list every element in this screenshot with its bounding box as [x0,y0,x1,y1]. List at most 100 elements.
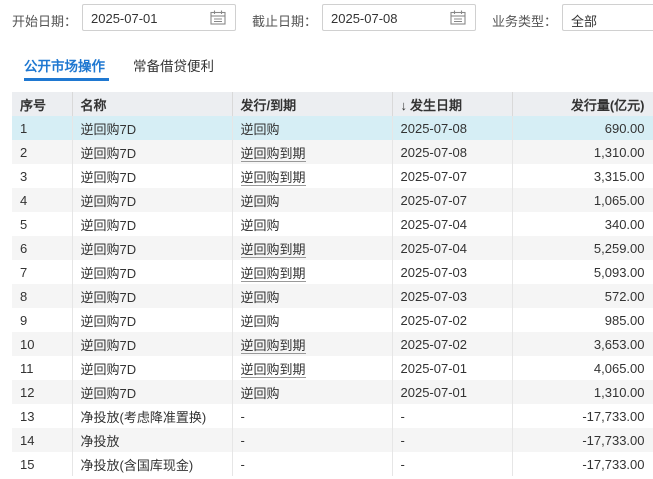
cell-name: 逆回购7D [72,140,233,164]
cell-name: 净投放(考虑降准置换) [72,404,233,428]
cell-date: 2025-07-02 [392,332,513,356]
column-header-name[interactable]: 名称 [72,92,233,116]
cell-date: 2025-07-04 [392,236,513,260]
column-header-date[interactable]: ↓ 发生日期 [392,92,513,116]
business-type-select[interactable]: 全部 [562,4,653,31]
maturity-link[interactable]: 逆回购到期 [240,145,306,162]
cell-amount: 1,310.00 [512,380,653,404]
cell-amount: 4,065.00 [512,356,653,380]
table-row[interactable]: 5 逆回购7D 逆回购 2025-07-04 340.00 [12,212,653,236]
cell-index: 3 [12,164,73,188]
cell-kind: 逆回购 [232,308,393,332]
column-header-date-label: 发生日期 [410,97,463,113]
table-row[interactable]: 4 逆回购7D 逆回购 2025-07-07 1,065.00 [12,188,653,212]
cell-index: 15 [12,452,73,476]
start-date-value: 2025-07-01 [91,11,158,26]
end-date-field[interactable]: 2025-07-08 [322,4,476,31]
cell-kind: 逆回购到期 [232,164,393,188]
calendar-icon[interactable] [450,10,466,25]
maturity-link[interactable]: 逆回购到期 [240,169,306,186]
cell-date: 2025-07-07 [392,164,513,188]
maturity-link[interactable]: 逆回购到期 [240,241,306,258]
cell-name: 逆回购7D [72,164,233,188]
column-header-index[interactable]: 序号 [12,92,73,116]
table-row[interactable]: 9 逆回购7D 逆回购 2025-07-02 985.00 [12,308,653,332]
business-type-value: 全部 [571,14,598,29]
start-date-field[interactable]: 2025-07-01 [82,4,236,31]
table-header-row: 序号 名称 发行/到期 ↓ 发生日期 发行量(亿元) [12,92,653,116]
tab-bar: 公开市场操作 常备借贷便利 [0,48,653,84]
cell-kind: 逆回购到期 [232,356,393,380]
cell-kind: 逆回购 [232,380,393,404]
cell-name: 逆回购7D [72,380,233,404]
cell-kind: - [232,428,393,452]
table-row[interactable]: 8 逆回购7D 逆回购 2025-07-03 572.00 [12,284,653,308]
cell-name: 净投放(含国库现金) [72,452,233,476]
cell-amount: 1,065.00 [512,188,653,212]
active-tab-indicator [24,78,109,81]
cell-index: 7 [12,260,73,284]
cell-kind: - [232,452,393,476]
cell-name: 逆回购7D [72,260,233,284]
cell-date: 2025-07-08 [392,140,513,164]
filter-bar: 开始日期： 2025-07-01 截止日期： 2025-07-08 业务类型： … [0,0,653,40]
cell-kind: 逆回购到期 [232,140,393,164]
cell-name: 逆回购7D [72,188,233,212]
sort-descending-icon: ↓ [400,97,408,113]
table-row[interactable]: 1 逆回购7D 逆回购 2025-07-08 690.00 [12,116,653,140]
cell-index: 12 [12,380,73,404]
cell-index: 9 [12,308,73,332]
cell-date: - [392,404,513,428]
operations-table: 序号 名称 发行/到期 ↓ 发生日期 发行量(亿元) 1 逆回购7D 逆回购 2025-… [12,92,653,476]
maturity-link[interactable]: 逆回购到期 [240,265,306,282]
cell-amount: 3,315.00 [512,164,653,188]
end-date-value: 2025-07-08 [331,11,398,26]
cell-name: 逆回购7D [72,116,233,140]
cell-index: 6 [12,236,73,260]
cell-date: 2025-07-01 [392,380,513,404]
cell-name: 逆回购7D [72,356,233,380]
table-row[interactable]: 2 逆回购7D 逆回购到期 2025-07-08 1,310.00 [12,140,653,164]
maturity-link[interactable]: 逆回购到期 [240,361,306,378]
cell-amount: 690.00 [512,116,653,140]
cell-index: 10 [12,332,73,356]
column-header-kind[interactable]: 发行/到期 [232,92,393,116]
table-row[interactable]: 10 逆回购7D 逆回购到期 2025-07-02 3,653.00 [12,332,653,356]
table-row[interactable]: 7 逆回购7D 逆回购到期 2025-07-03 5,093.00 [12,260,653,284]
calendar-icon[interactable] [210,10,226,25]
table-row[interactable]: 11 逆回购7D 逆回购到期 2025-07-01 4,065.00 [12,356,653,380]
cell-amount: 5,093.00 [512,260,653,284]
tab-open-market-operations[interactable]: 公开市场操作 [24,55,105,75]
tab-standing-lending-facility[interactable]: 常备借贷便利 [133,55,214,75]
table-row[interactable]: 12 逆回购7D 逆回购 2025-07-01 1,310.00 [12,380,653,404]
cell-kind: 逆回购到期 [232,236,393,260]
table-row[interactable]: 14 净投放 - - -17,733.00 [12,428,653,452]
table-row[interactable]: 15 净投放(含国库现金) - - -17,733.00 [12,452,653,476]
cell-amount: -17,733.00 [512,452,653,476]
cell-date: 2025-07-04 [392,212,513,236]
cell-kind: 逆回购 [232,116,393,140]
cell-amount: 985.00 [512,308,653,332]
cell-index: 8 [12,284,73,308]
cell-kind: 逆回购 [232,284,393,308]
maturity-link[interactable]: 逆回购到期 [240,337,306,354]
table-row[interactable]: 6 逆回购7D 逆回购到期 2025-07-04 5,259.00 [12,236,653,260]
cell-amount: 340.00 [512,212,653,236]
cell-name: 逆回购7D [72,212,233,236]
cell-amount: 1,310.00 [512,140,653,164]
column-header-amount[interactable]: 发行量(亿元) [512,92,653,116]
cell-name: 逆回购7D [72,236,233,260]
cell-index: 5 [12,212,73,236]
cell-name: 逆回购7D [72,332,233,356]
cell-kind: 逆回购 [232,188,393,212]
cell-date: 2025-07-01 [392,356,513,380]
cell-index: 14 [12,428,73,452]
table-body: 1 逆回购7D 逆回购 2025-07-08 690.00 2 逆回购7D 逆回购到期 2025… [12,116,653,476]
cell-date: 2025-07-03 [392,260,513,284]
cell-index: 1 [12,116,73,140]
table-row[interactable]: 3 逆回购7D 逆回购到期 2025-07-07 3,315.00 [12,164,653,188]
cell-name: 逆回购7D [72,308,233,332]
table-row[interactable]: 13 净投放(考虑降准置换) - - -17,733.00 [12,404,653,428]
business-type-label: 业务类型： [492,14,558,29]
start-date-label: 开始日期： [12,14,78,29]
